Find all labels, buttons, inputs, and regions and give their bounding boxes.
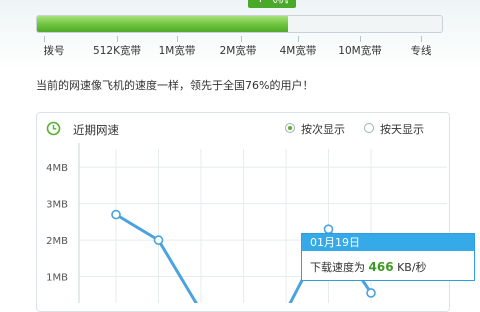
y-tick-label: 2MB [46,236,68,247]
y-tick-label: 1MB [46,273,68,284]
speed-data-point [323,224,334,234]
tooltip-prefix: 下载速度为 [310,261,365,274]
tooltip-value: 466 [368,260,394,274]
speed-data-point [153,235,164,245]
speed-data-point [111,209,121,220]
tooltip-date: 01月19日 [302,234,474,251]
speed-label-dialup: 拨号 [43,45,65,57]
speed-label-1m: 1M宽带 [158,45,196,57]
tooltip-unit: KB/秒 [397,261,427,274]
speed-ranking-message: 当前的网速像飞机的速度一样，领先于全国76%的用户！ [36,79,314,92]
speed-tooltip: 01月19日 下载速度为 466 KB/秒 [301,233,475,281]
speed-label-512k: 512K宽带 [93,45,141,57]
y-tick-label: 3MB [46,200,68,211]
speed-label-leased-line: 专线 [410,45,432,57]
header-background [0,0,480,70]
speed-label-2m: 2M宽带 [219,45,257,57]
speed-scale-labels: 拨号 512K宽带 1M宽带 2M宽带 4M宽带 10M宽带 专线 [0,43,480,59]
y-tick-label: 4MB [46,163,68,174]
speed-scale-bar [36,15,443,33]
speed-level-marker: 4 飞机 [248,0,296,8]
speed-label-4m: 4M宽带 [279,45,317,57]
speed-data-point [366,288,376,298]
tooltip-body: 下载速度为 466 KB/秒 [310,259,427,275]
speed-scale-fill [37,16,289,32]
recent-speed-panel: 近期网速 按次显示 按天显示 1MB 2MB 3MB 4MB 01月19日 下载速度为… [36,112,475,312]
speed-label-10m: 10M宽带 [338,45,382,57]
